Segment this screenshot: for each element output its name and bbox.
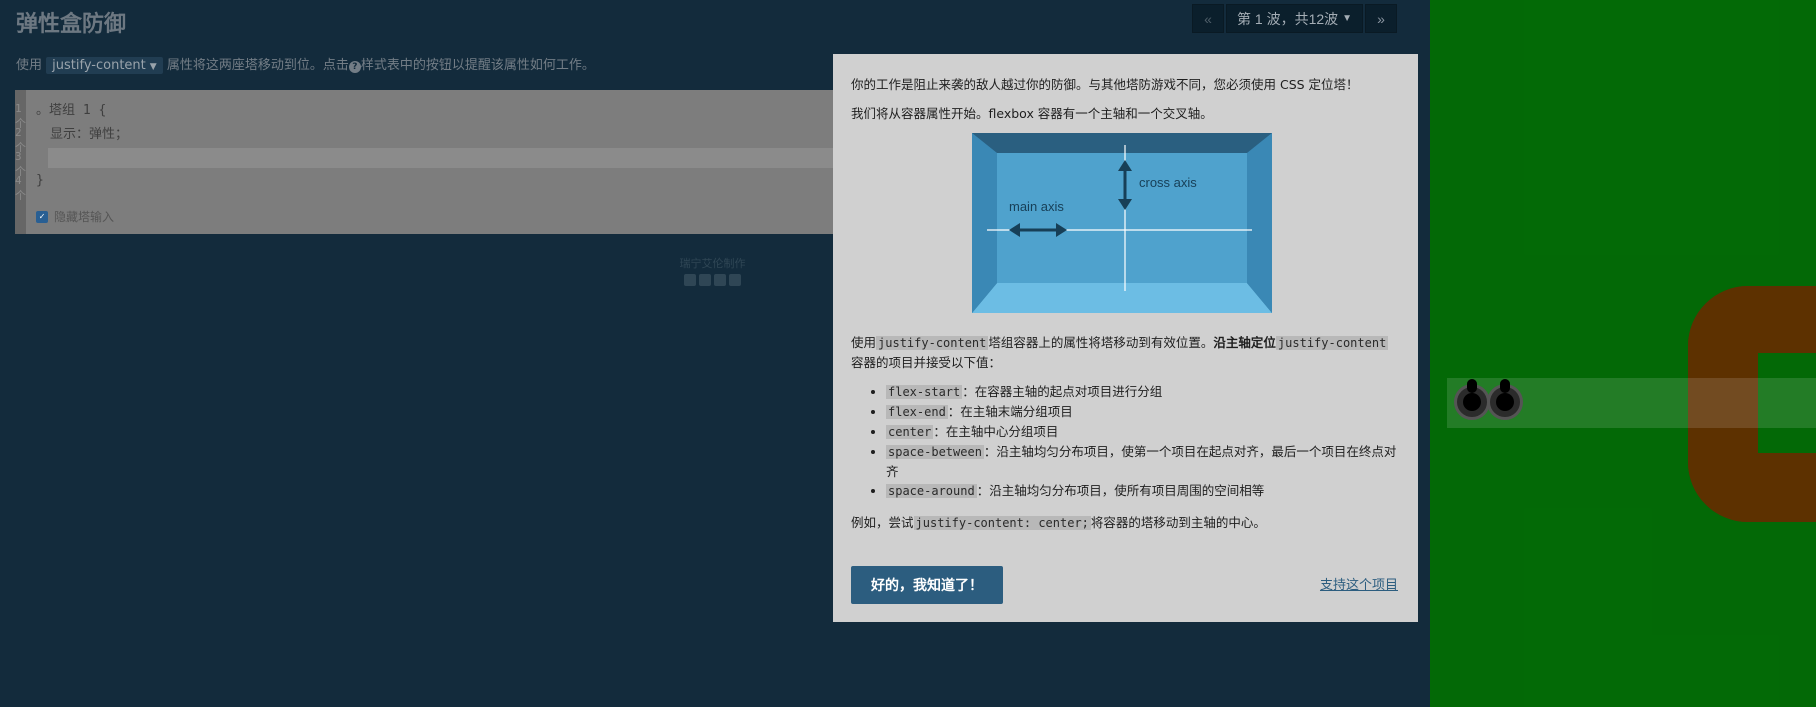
tower-icon [1454,379,1490,420]
line-number: 1个 [15,102,26,130]
hide-input-toggle[interactable]: ✓ 隐藏塔输入 [36,208,114,225]
justify-values-list: flex-start：在容器主轴的起点对项目进行分组 flex-end：在主轴末… [886,382,1400,501]
modal-footer: 好的，我知道了！ 支持这个项目 [851,566,1400,604]
value-desc: ：在容器主轴的起点对项目进行分组 [962,384,1163,399]
chevron-down-icon: ▼ [149,62,157,72]
diagram-bottom-bevel [972,283,1272,313]
instruction-text: 使用 justify-content ▼ 属性将这两座塔移动到位。点击? 样式表中的… [16,54,595,74]
diagram-face [997,153,1247,283]
modal-usage-text: 使用 justify-content 塔组容器上的属性将塔移动到有效位置。沿主轴定位… [851,333,1400,372]
value-desc: ：沿主轴均匀分布项目，使所有项目周围的空间相等 [976,483,1265,498]
checkbox-checked-icon[interactable]: ✓ [36,210,48,223]
page-title: 弹性盒防御 [16,12,127,37]
tower-icon [1487,379,1523,420]
modal-intro: 你的工作是阻止来袭的敌人越过你的防御。与其他塔防游戏不同，您必须使用 CSS 定… [851,77,1359,92]
ok-button[interactable]: 好的，我知道了！ [851,566,1003,604]
caret-down-icon: ▼ [1342,13,1353,24]
example-part2: 将容器的塔移动到主轴的中心。 [1090,515,1266,530]
modal-start-text: 我们将从容器属性开始。flexbox 容器有一个主轴和一个交叉轴。 [851,106,1213,121]
social-links [640,274,785,286]
wave-select-dropdown[interactable]: 第 1 波，共12波 ▼ [1226,4,1364,33]
value-code: flex-end [886,405,948,419]
next-wave-button[interactable]: » [1365,4,1398,33]
tutorial-modal: 你的工作是阻止来袭的敌人越过你的防御。与其他塔防游戏不同，您必须使用 CSS 定… [833,54,1418,622]
usage-bold: 沿主轴定位 [1213,335,1276,350]
value-code: space-between [886,445,984,459]
modal-example-text: 例如，尝试 justify-content: center; 将容器的塔移动到主轴的… [851,513,1400,533]
property-chip[interactable]: justify-content ▼ [46,57,163,74]
value-code: flex-start [886,385,963,399]
example-part1: 例如，尝试 [851,515,914,530]
usage-code1: justify-content [876,336,989,350]
example-code: justify-content: center; [913,516,1091,530]
credits-text: 瑞宁艾伦制作 [679,257,746,270]
github-icon[interactable] [729,274,741,286]
usage-part1: 使用 [851,335,877,350]
line-number-gutter: 1个 2个 3个 4个 [15,90,26,234]
value-desc: ：在主轴末端分组项目 [947,404,1073,419]
value-code: space-around [886,484,977,498]
board-overlay [1430,0,1816,707]
instruction-middle: 属性将这两座塔移动到位。点击 [166,58,349,73]
list-item: space-between：沿主轴均匀分布项目，使第一个项目在起点对齐，最后一个… [886,442,1400,481]
wave-select-label: 第 1 波，共12波 [1237,10,1339,27]
hide-input-label: 隐藏塔输入 [54,210,115,224]
diagram-top-bevel [972,133,1272,153]
facebook-icon[interactable] [684,274,696,286]
cross-axis-label: cross axis [1139,175,1197,190]
usage-part2: 塔组容器上的属性将塔移动到有效位置。 [988,335,1214,350]
previous-wave-button[interactable]: « [1192,4,1224,33]
value-desc: ：在主轴中心分组项目 [933,424,1059,439]
list-item: space-around：沿主轴均匀分布项目，使所有项目周围的空间相等 [886,481,1400,501]
list-item: center：在主轴中心分组项目 [886,422,1400,442]
main-axis-label: main axis [1009,199,1064,214]
wave-navigation: « 第 1 波，共12波 ▼ » [1192,4,1398,33]
list-item: flex-end：在主轴末端分组项目 [886,402,1400,422]
twitter-icon[interactable] [699,274,711,286]
credits: 瑞宁艾伦制作 [640,255,785,286]
usage-part3: 容器的项目并接受以下值： [851,355,1002,370]
list-item: flex-start：在容器主轴的起点对项目进行分组 [886,382,1400,402]
diagram-right-bevel [1247,133,1272,313]
email-icon[interactable] [714,274,726,286]
flexbox-axis-diagram: cross axis main axis [972,133,1272,313]
game-board [1430,0,1816,707]
instruction-suffix: 样式表中的按钮以提醒该属性如何工作。 [360,58,595,73]
support-project-link[interactable]: 支持这个项目 [1320,576,1398,595]
property-chip-label: justify-content [52,58,146,73]
usage-code2: justify-content [1275,336,1389,350]
diagram-left-bevel [972,133,997,313]
instruction-prefix: 使用 [16,58,43,73]
value-code: center [886,425,934,439]
help-icon[interactable]: ? [348,61,361,73]
